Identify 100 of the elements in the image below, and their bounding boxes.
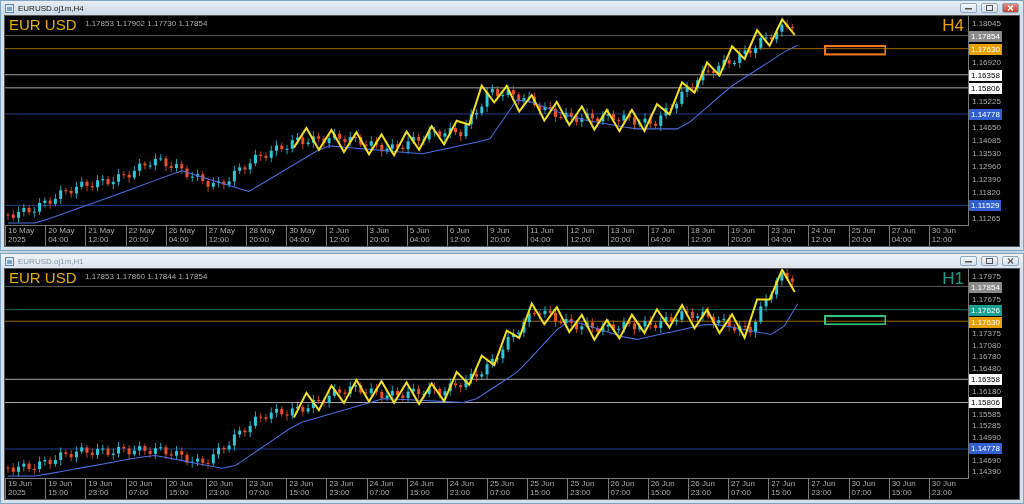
close-button[interactable] — [1002, 3, 1019, 13]
time-label: 26 Jun 07:00 — [607, 479, 648, 499]
minimize-icon — [965, 6, 972, 10]
time-label: 30 Jun 23:00 — [928, 479, 969, 499]
maximize-button[interactable] — [981, 3, 998, 13]
symbol-label: EUR USD — [9, 16, 77, 33]
price-label: 1.14650 — [971, 123, 1001, 132]
time-label: 23 Jun 04:00 — [768, 226, 809, 246]
time-label: 27 Jun 04:00 — [888, 226, 929, 246]
price-tag: 1.15806 — [969, 397, 1002, 409]
time-label: 9 Jun 20:00 — [487, 226, 528, 246]
time-label: 24 Jun 23:00 — [446, 479, 487, 499]
time-label: 26 Jun 23:00 — [687, 479, 728, 499]
price-label: 1.14390 — [971, 467, 1001, 477]
price-label: 1.11265 — [971, 214, 1001, 224]
minimize-button[interactable] — [960, 256, 977, 266]
symbol-label: EUR USD — [9, 269, 77, 286]
price-tag: 1.11529 — [969, 200, 1002, 212]
price-label: 1.15225 — [971, 96, 1001, 106]
price-tag: 1.17630 — [969, 316, 1002, 328]
chart-window-icon — [5, 3, 14, 13]
time-label: 30 Jun 12:00 — [928, 226, 969, 246]
close-button[interactable] — [1002, 256, 1019, 266]
timeframe-label: H1 — [942, 269, 964, 289]
time-label: 26 May 04:00 — [165, 226, 206, 246]
time-label: 27 Jun 07:00 — [728, 479, 769, 499]
time-label: 6 Jun 12:00 — [446, 226, 487, 246]
maximize-icon — [986, 258, 993, 264]
minimize-button[interactable] — [960, 3, 977, 13]
time-label: 22 May 20:00 — [125, 226, 166, 246]
price-tag: 1.17626 — [969, 305, 1002, 317]
time-label: 16 May 2025 — [5, 226, 46, 246]
price-label: 1.18045 — [971, 18, 1001, 28]
price-tag: 1.16358 — [969, 374, 1002, 386]
price-info: 1.17853 1.17860 1.17844 1.17854 — [85, 272, 208, 281]
time-label: 24 Jun 07:00 — [366, 479, 407, 499]
price-label: 1.12960 — [971, 162, 1001, 172]
window-title: EURUSD.oj1m,H1 — [18, 256, 85, 266]
time-label: 18 Jun 12:00 — [687, 226, 728, 246]
price-label: 1.17675 — [971, 294, 1001, 304]
price-tag: 1.17854 — [969, 282, 1002, 293]
time-label: 3 Jun 20:00 — [366, 226, 407, 246]
time-label: 25 Jun 23:00 — [567, 479, 608, 499]
price-label: 1.14690 — [971, 455, 1001, 465]
time-label: 20 Jun 15:00 — [165, 479, 206, 499]
time-label: 17 Jun 04:00 — [647, 226, 688, 246]
time-label: 12 Jun 12:00 — [567, 226, 608, 246]
time-label: 27 Jun 15:00 — [768, 479, 809, 499]
price-label: 1.16180 — [971, 386, 1001, 396]
price-label: 1.17080 — [971, 340, 1001, 350]
time-label: 27 May 12:00 — [205, 226, 246, 246]
close-icon — [1007, 5, 1014, 11]
time-label: 2 Jun 12:00 — [326, 226, 367, 246]
time-label: 20 Jun 07:00 — [125, 479, 166, 499]
price-label: 1.15585 — [971, 409, 1001, 419]
price-label: 1.17375 — [971, 329, 1001, 339]
time-label: 24 Jun 15:00 — [406, 479, 447, 499]
window-title: EURUSD.oj1m,H4 — [18, 3, 85, 13]
time-label: 13 Jun 20:00 — [607, 226, 648, 246]
price-tag: 1.16358 — [969, 69, 1002, 81]
time-label: 20 Jun 23:00 — [205, 479, 246, 499]
price-label: 1.16920 — [971, 57, 1001, 67]
timeframe-label: H4 — [942, 16, 964, 36]
zone-marker — [823, 45, 887, 56]
price-tag: 1.15806 — [969, 82, 1002, 94]
maximize-button[interactable] — [981, 256, 998, 266]
time-label: 23 Jun 15:00 — [286, 479, 327, 499]
price-info: 1.17853 1.17902 1.17730 1.17854 — [85, 19, 208, 28]
close-icon — [1007, 258, 1014, 264]
time-label: 19 Jun 2025 — [5, 479, 46, 499]
time-label: 25 Jun 15:00 — [527, 479, 568, 499]
time-label: 23 Jun 23:00 — [326, 479, 367, 499]
time-label: 27 Jun 23:00 — [808, 479, 849, 499]
time-label: 28 May 20:00 — [246, 226, 287, 246]
time-label: 30 Jun 15:00 — [888, 479, 929, 499]
time-label: 5 Jun 04:00 — [406, 226, 447, 246]
time-label: 24 Jun 12:00 — [808, 226, 849, 246]
price-label: 1.16780 — [971, 352, 1001, 362]
price-label: 1.14085 — [971, 136, 1001, 146]
time-label: 23 Jun 07:00 — [246, 479, 287, 499]
time-label: 21 May 12:00 — [85, 226, 126, 246]
price-tag: 1.17630 — [969, 43, 1002, 55]
time-label: 19 Jun 15:00 — [45, 479, 86, 499]
time-label: 19 Jun 20:00 — [728, 226, 769, 246]
price-tag: 1.14778 — [969, 443, 1002, 455]
price-label: 1.12390 — [971, 175, 1001, 185]
price-label: 1.16480 — [971, 363, 1001, 373]
time-label: 20 May 04:00 — [45, 226, 86, 246]
time-label: 25 Jun 20:00 — [848, 226, 889, 246]
time-label: 30 May 04:00 — [286, 226, 327, 246]
time-label: 19 Jun 23:00 — [85, 479, 126, 499]
price-label: 1.11820 — [971, 188, 1001, 198]
chart-window-icon — [5, 256, 14, 266]
time-label: 11 Jun 04:00 — [527, 226, 568, 246]
price-tag: 1.17854 — [969, 30, 1002, 42]
zone-marker — [823, 314, 887, 326]
price-label: 1.13530 — [971, 149, 1001, 159]
price-tag: 1.14778 — [969, 108, 1002, 120]
time-label: 30 Jun 07:00 — [848, 479, 889, 499]
price-label: 1.15285 — [971, 421, 1001, 431]
